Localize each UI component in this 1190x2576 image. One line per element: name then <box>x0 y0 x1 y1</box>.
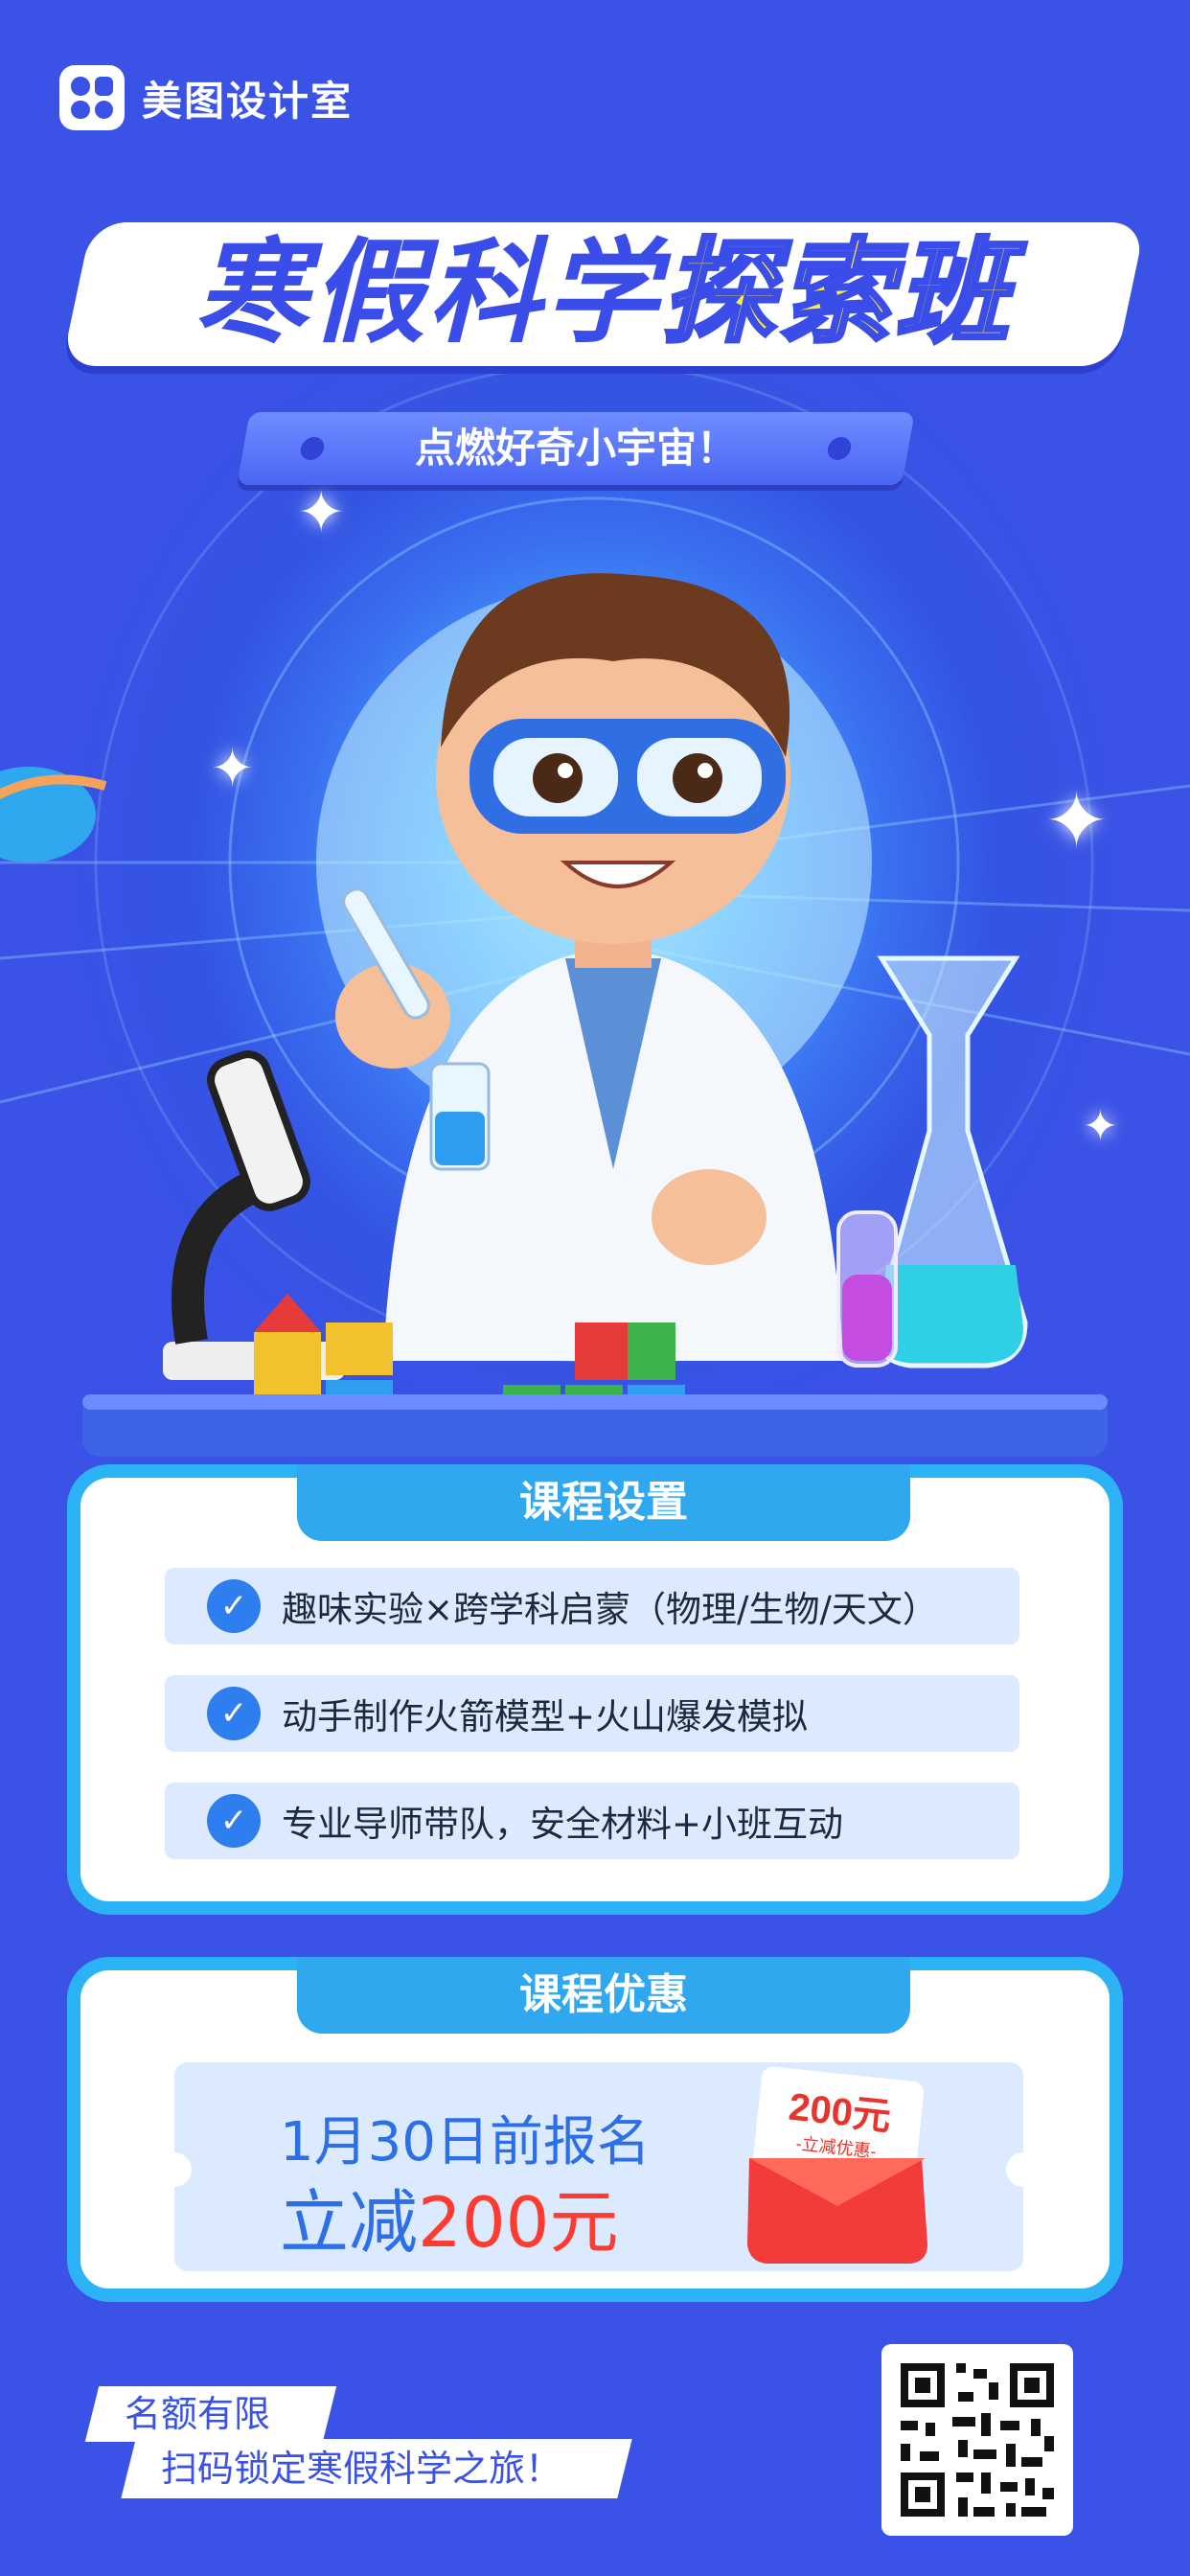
brand-logo-icon <box>59 65 125 130</box>
ticket-notch <box>157 2152 192 2187</box>
red-envelope-icon: 200元 -立减优惠- <box>747 2066 927 2264</box>
check-icon: ✓ <box>207 1794 261 1848</box>
ticket-notch <box>1006 2152 1041 2187</box>
offer-discount: 立减200元 <box>280 2166 618 2266</box>
test-tube-icon <box>836 1210 898 1368</box>
poster: 美图设计室 寒假科学探索班 点燃好奇小宇宙！ ✦ ✦ ✦ ✦ 课程设置 ✓ 趣味… <box>0 0 1190 2576</box>
main-title-part2: 探索班 <box>660 224 1014 360</box>
footer-limited: 名额有限 <box>125 2393 271 2435</box>
check-icon: ✓ <box>207 1687 261 1740</box>
main-title-part1: 寒假科学 <box>194 226 662 358</box>
footer-cta: 扫码锁定寒假科学之旅！ <box>161 2448 562 2490</box>
offer-discount-prefix: 立减 <box>280 2182 419 2263</box>
course-settings-card: 课程设置 ✓ 趣味实验×跨学科启蒙（物理/生物/天文） ✓ 动手制作火箭模型+火… <box>67 1464 1123 1915</box>
offer-discount-amount: 200元 <box>418 2182 619 2263</box>
offer-ticket: 1月30日前报名 立减200元 200元 -立减优惠- <box>174 2062 1023 2271</box>
course-offer-card: 课程优惠 1月30日前报名 立减200元 200元 -立减优惠- <box>67 1957 1123 2302</box>
flask-icon <box>873 955 1028 1368</box>
brand: 美图设计室 <box>59 65 353 130</box>
hero-illustration <box>82 573 1108 1457</box>
check-icon: ✓ <box>207 1579 261 1633</box>
course-item: ✓ 专业导师带队，安全材料+小班互动 <box>165 1782 1019 1859</box>
main-title: 寒假科学探索班 <box>86 211 1121 374</box>
subtitle: 点燃好奇小宇宙！ <box>414 425 737 472</box>
course-settings-heading: 课程设置 <box>297 1464 910 1541</box>
course-offer-heading: 课程优惠 <box>297 1957 910 2034</box>
course-item-label: 趣味实验×跨学科启蒙（物理/生物/天文） <box>282 1589 938 1630</box>
course-item-label: 动手制作火箭模型+火山爆发模拟 <box>282 1696 809 1737</box>
brand-name: 美图设计室 <box>142 77 354 125</box>
offer-deadline: 1月30日前报名 <box>280 2111 651 2174</box>
course-item: ✓ 趣味实验×跨学科启蒙（物理/生物/天文） <box>165 1568 1019 1644</box>
qr-code-icon[interactable] <box>881 2344 1073 2536</box>
course-item-label: 专业导师带队，安全材料+小班互动 <box>282 1804 844 1845</box>
course-item: ✓ 动手制作火箭模型+火山爆发模拟 <box>165 1675 1019 1752</box>
